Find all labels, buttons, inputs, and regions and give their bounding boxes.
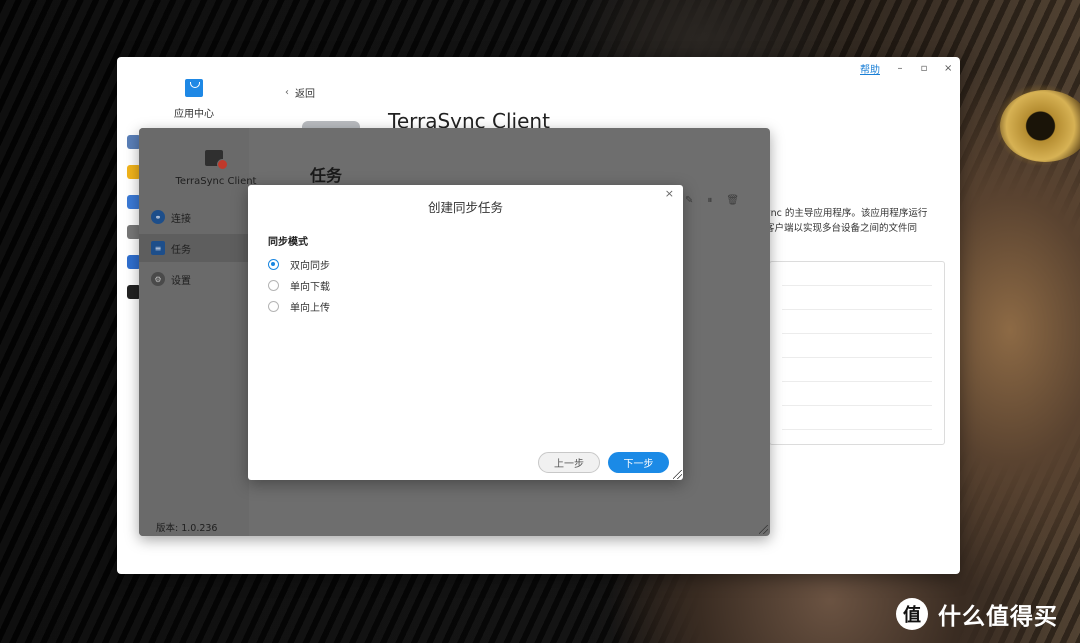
page-title: 任务 (310, 166, 343, 185)
terrasync-nav: ⚭ 连接 ≡ 任务 ⚙ 设置 (139, 203, 249, 296)
description-line: ync 的主导应用程序。该应用程序运行 (765, 208, 928, 219)
task-toolbar: ✎ ⏸ 🗑 (685, 195, 739, 206)
table-row (782, 382, 932, 406)
radio-label: 单向下载 (290, 282, 330, 293)
help-link[interactable]: 帮助 (860, 61, 880, 76)
table-row (782, 406, 932, 430)
nav-item-connection[interactable]: ⚭ 连接 (139, 203, 249, 231)
radio-option-download[interactable]: 单向下载 (268, 275, 330, 296)
shopping-bag-icon (185, 79, 203, 97)
edit-icon[interactable]: ✎ (685, 195, 693, 206)
create-sync-task-dialog: 创建同步任务 × 同步模式 双向同步 单向下载 单向上传 上一步 下一步 (248, 185, 683, 480)
dialog-title: 创建同步任务 (427, 200, 503, 215)
nav-label: 任务 (171, 244, 191, 256)
resize-grip[interactable] (759, 525, 768, 534)
pause-icon[interactable]: ⏸ (707, 195, 712, 206)
window-controls: 帮助 – ▫ × (860, 59, 952, 77)
task-list-icon: ≡ (151, 241, 165, 255)
radio-button[interactable] (268, 301, 279, 312)
gear-icon: ⚙ (151, 272, 165, 286)
chevron-left-icon: ‹ (285, 87, 289, 98)
app-description: ync 的主导应用程序。该应用程序运行 客户端以实现多台设备之间的文件同 (765, 206, 945, 236)
nav-label: 连接 (171, 213, 191, 225)
back-link[interactable]: ‹ 返回 (285, 85, 315, 100)
sync-mode-label: 同步模式 (268, 237, 308, 248)
watermark: 值 什么值得买 (896, 597, 1058, 631)
previous-step-button[interactable]: 上一步 (538, 452, 600, 473)
radio-option-upload[interactable]: 单向上传 (268, 296, 330, 317)
app-center-title: 应用中心 (174, 109, 214, 120)
radio-button[interactable] (268, 280, 279, 291)
version-label: 版本: 1.0.236 (156, 523, 218, 534)
delete-icon[interactable]: 🗑 (726, 195, 739, 206)
terrasync-logo-icon (205, 150, 228, 170)
radio-label: 单向上传 (290, 303, 330, 314)
maximize-button[interactable]: ▫ (920, 63, 928, 74)
nav-label: 设置 (171, 275, 191, 287)
info-table (769, 261, 945, 445)
sync-mode-radio-group: 双向同步 单向下载 单向上传 (268, 254, 330, 317)
radio-label: 双向同步 (290, 261, 330, 272)
table-row (782, 358, 932, 382)
table-row (782, 262, 932, 286)
table-row (782, 334, 932, 358)
back-label: 返回 (295, 89, 315, 100)
terrasync-sidebar: TerraSync Client ⚭ 连接 ≡ 任务 ⚙ 设置 版本: 1.0.… (139, 128, 256, 536)
wallpaper-tiger-eye (1000, 90, 1080, 162)
watermark-logo-icon: 值 (896, 598, 928, 630)
watermark-text: 什么值得买 (938, 604, 1058, 630)
next-step-button[interactable]: 下一步 (608, 452, 669, 473)
dialog-resize-grip[interactable] (673, 470, 682, 479)
link-icon: ⚭ (151, 210, 165, 224)
table-row (782, 286, 932, 310)
close-icon[interactable]: × (665, 187, 674, 200)
nav-item-tasks[interactable]: ≡ 任务 (139, 234, 249, 262)
radio-option-two-way[interactable]: 双向同步 (268, 254, 330, 275)
close-button[interactable]: × (944, 63, 952, 74)
radio-button[interactable] (268, 259, 279, 270)
nav-item-settings[interactable]: ⚙ 设置 (139, 265, 249, 293)
description-line: 客户端以实现多台设备之间的文件同 (765, 223, 918, 234)
minimize-button[interactable]: – (896, 63, 904, 74)
table-row (782, 310, 932, 334)
